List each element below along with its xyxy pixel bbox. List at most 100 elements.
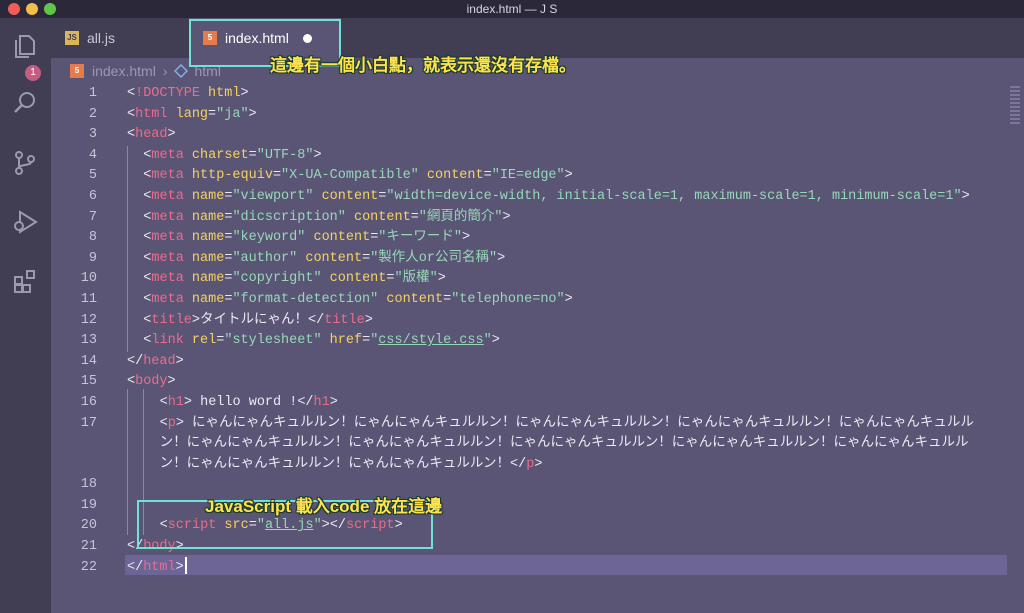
code-line[interactable]: 15 <body> [51, 372, 1024, 393]
code-line[interactable]: 22 </html> [51, 558, 1024, 579]
code-token: < [159, 394, 168, 410]
line-number: 16 [80, 394, 97, 410]
code-token: > [437, 271, 446, 287]
tab-all-js[interactable]: JS all.js [51, 18, 189, 58]
code-token: > hello word !</ [183, 394, 314, 410]
code-token: "viewport" [232, 188, 314, 204]
code-line[interactable]: 12 <title>タイトルにゃん！</title> [51, 311, 1024, 332]
code-line[interactable]: 8 <meta name="keyword" content="キーワード"> [51, 228, 1024, 249]
code-token: = [483, 168, 492, 184]
code-token: "UTF-8" [256, 147, 314, 163]
code-token: body [135, 374, 168, 390]
code-token: = [386, 271, 395, 287]
code-text: <meta charset="UTF-8"> [143, 146, 321, 167]
search-icon[interactable] [12, 90, 38, 116]
code-token: "ja" [216, 106, 249, 122]
code-token: p [167, 415, 176, 431]
code-token: http-equiv [191, 168, 273, 184]
line-number: 21 [80, 539, 97, 555]
code-token: ン！にゃんにゃんキュルルン！にゃんにゃんキュルルン！にゃんにゃんキュルルン！にゃ… [159, 436, 969, 452]
code-text: </head> [127, 352, 184, 373]
title-bar: index.html — J S [0, 0, 1024, 18]
code-token: = [362, 250, 371, 266]
line-number: 5 [88, 168, 97, 184]
chevron-right-icon: › [162, 63, 168, 79]
code-token: h1 [167, 394, 184, 410]
code-line[interactable]: 16 <h1> hello word !</h1> [51, 393, 1024, 414]
code-token: > [313, 147, 322, 163]
code-token: meta [151, 147, 184, 163]
code-line[interactable]: 18 [51, 475, 1024, 496]
code-token: "stylesheet" [224, 333, 322, 349]
line-number: 20 [80, 518, 97, 534]
code-token: > [240, 86, 249, 101]
line-number: 1 [88, 86, 97, 101]
activity-bar: 1 [0, 18, 51, 613]
breadcrumb-file[interactable]: index.html [92, 63, 156, 79]
code-line[interactable]: 7 <meta name="dicscription" content="網頁的簡… [51, 208, 1024, 229]
code-token: "版權" [394, 271, 438, 287]
extensions-icon[interactable] [12, 268, 38, 294]
code-line[interactable]: 4 <meta charset="UTF-8"> [51, 146, 1024, 167]
code-line[interactable]: 3 <head> [51, 125, 1024, 146]
code-text: <meta name="keyword" content="キーワード"> [143, 228, 470, 249]
code-token: name [191, 250, 225, 266]
code-token: "X-UA-Compatible" [281, 168, 419, 184]
source-control-icon[interactable] [12, 150, 38, 176]
code-token: name [191, 291, 225, 307]
line-number: 13 [80, 333, 97, 349]
code-text: <meta name="author" content="製作人or公司名稱"> [143, 249, 505, 270]
code-line[interactable]: 17 <p> にゃんにゃんキュルルン！にゃんにゃんキュルルン！にゃんにゃんキュルル… [51, 414, 1024, 435]
code-line[interactable]: 1 <!DOCTYPE html> [51, 84, 1024, 105]
code-text: <!DOCTYPE html> [127, 84, 249, 105]
code-line[interactable]: 2 <html lang="ja"> [51, 105, 1024, 126]
code-line[interactable]: 13 <link rel="stylesheet" href="css/style… [51, 331, 1024, 352]
files-icon[interactable] [12, 32, 38, 58]
code-token: content [386, 291, 444, 307]
code-token: "keyword" [232, 230, 306, 246]
code-line[interactable]: 9 <meta name="author" content="製作人or公司名稱"… [51, 249, 1024, 270]
code-token: meta [151, 250, 184, 266]
code-token: < [127, 374, 136, 390]
annotation-script-note: JavaScript 載入code 放在這邊 [205, 497, 443, 516]
html5-file-icon: 5 [70, 64, 84, 78]
code-line[interactable]: 5 <meta http-equiv="X-UA-Compatible" cont… [51, 166, 1024, 187]
code-line[interactable]: ン！にゃんにゃんキュルルン！にゃんにゃんキュルルン！</p> [51, 455, 1024, 476]
code-line[interactable]: 14 </head> [51, 352, 1024, 373]
code-text: <head> [127, 125, 176, 146]
debug-icon[interactable] [12, 208, 38, 234]
code-token: </ [127, 353, 144, 369]
code-token: = [272, 168, 282, 184]
code-line[interactable]: 11 <meta name="format-detection" content=… [51, 290, 1024, 311]
code-token: "width=device-width, initial-scale=1, ma… [386, 188, 962, 204]
line-number: 15 [80, 374, 97, 390]
code-token: content [313, 230, 371, 246]
code-token: html [143, 559, 176, 575]
code-token: link [151, 333, 184, 349]
code-token: html [135, 106, 168, 122]
code-line[interactable]: 10 <meta name="copyright" content="版權"> [51, 269, 1024, 290]
code-line[interactable]: ン！にゃんにゃんキュルルン！にゃんにゃんキュルルン！にゃんにゃんキュルルン！にゃ… [51, 434, 1024, 455]
code-token: < [159, 415, 168, 431]
code-text: </html> [127, 558, 184, 579]
code-text: <meta http-equiv="X-UA-Compatible" conte… [143, 166, 572, 187]
code-token: "キーワード" [378, 230, 462, 246]
code-token: > [534, 456, 543, 472]
javascript-file-icon: JS [65, 31, 79, 45]
line-number: 14 [80, 353, 97, 369]
html-element-icon [174, 64, 189, 78]
code-text: <p> にゃんにゃんキュルルン！にゃんにゃんキュルルン！にゃんにゃんキュルルン！… [160, 414, 974, 435]
code-text: <meta name="viewport" content="width=dev… [143, 187, 969, 208]
code-text: <html lang="ja"> [127, 105, 257, 126]
code-line[interactable]: 6 <meta name="viewport" content="width=de… [51, 187, 1024, 208]
code-token: title [324, 312, 365, 328]
text-cursor [185, 557, 187, 574]
